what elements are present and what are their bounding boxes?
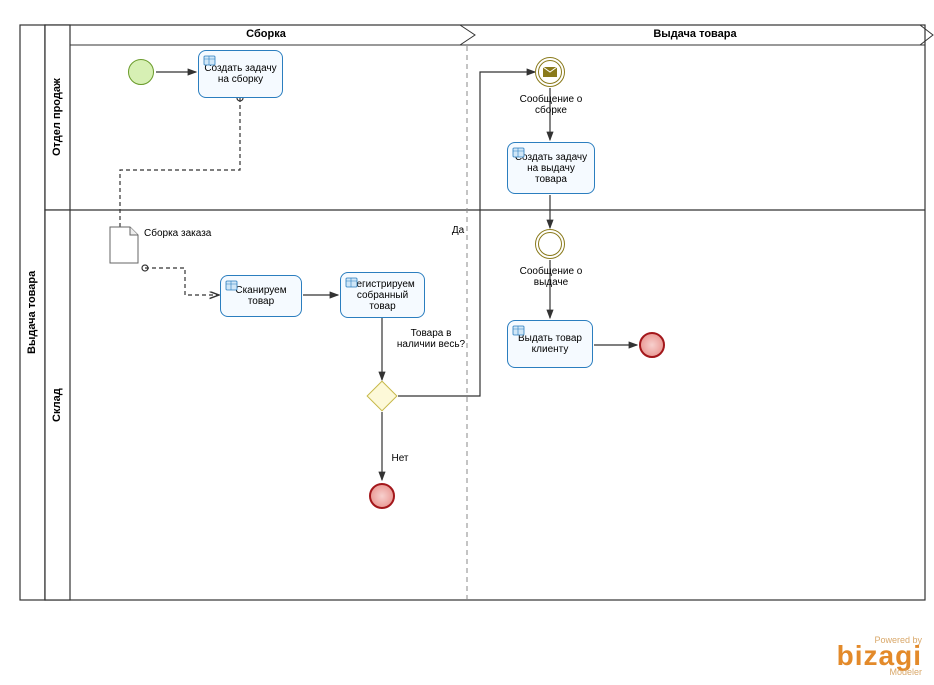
- bizagi-watermark: Powered by bizagi Modeler: [837, 635, 922, 677]
- lane-warehouse-label: Склад: [47, 210, 67, 600]
- gateway-stock-check[interactable]: [366, 380, 398, 412]
- task-create-assembly[interactable]: Создать задачу на сборку: [198, 50, 283, 98]
- end-event-no-stock[interactable]: [369, 483, 395, 509]
- document-icon: [108, 225, 140, 265]
- message-event-issue[interactable]: [535, 229, 565, 259]
- phase-assembly-label: Сборка: [72, 28, 460, 40]
- manual-task-icon: [512, 325, 526, 337]
- task-scan-goods[interactable]: Сканируем товар: [220, 275, 302, 317]
- message-event-assembly[interactable]: [535, 57, 565, 87]
- end-event-done[interactable]: [639, 332, 665, 358]
- bpmn-canvas: Выдача товара Отдел продаж Склад Сборка …: [0, 0, 934, 685]
- task-register-goods[interactable]: Регистрируем собранный товар: [340, 272, 425, 318]
- gateway-no-label: Нет: [385, 453, 415, 464]
- start-event[interactable]: [128, 59, 154, 85]
- message-issue-label: Сообщение о выдаче: [515, 266, 587, 288]
- diagram-svg: [0, 0, 934, 685]
- manual-task-icon: [345, 277, 359, 289]
- envelope-icon: [542, 66, 558, 78]
- manual-task-icon: [225, 280, 239, 292]
- gateway-question-label: Товара в наличии весь?: [396, 328, 466, 350]
- task-create-issue[interactable]: Создать задачу на выдачу товара: [507, 142, 595, 194]
- document-label: Сборка заказа: [144, 228, 211, 239]
- phase-issue-label: Выдача товара: [470, 28, 920, 40]
- bizagi-logo-text: bizagi: [837, 645, 922, 667]
- task-issue-client[interactable]: Выдать товар клиенту: [507, 320, 593, 368]
- message-assembly-label: Сообщение о сборке: [515, 94, 587, 116]
- gateway-yes-label: Да: [443, 225, 473, 236]
- lane-sales-label: Отдел продаж: [47, 25, 67, 210]
- manual-task-icon: [512, 147, 526, 159]
- document-assembly-order[interactable]: [108, 225, 140, 268]
- pool-title: Выдача товара: [22, 25, 42, 600]
- diamond-icon: [366, 380, 397, 411]
- manual-task-icon: [203, 55, 217, 67]
